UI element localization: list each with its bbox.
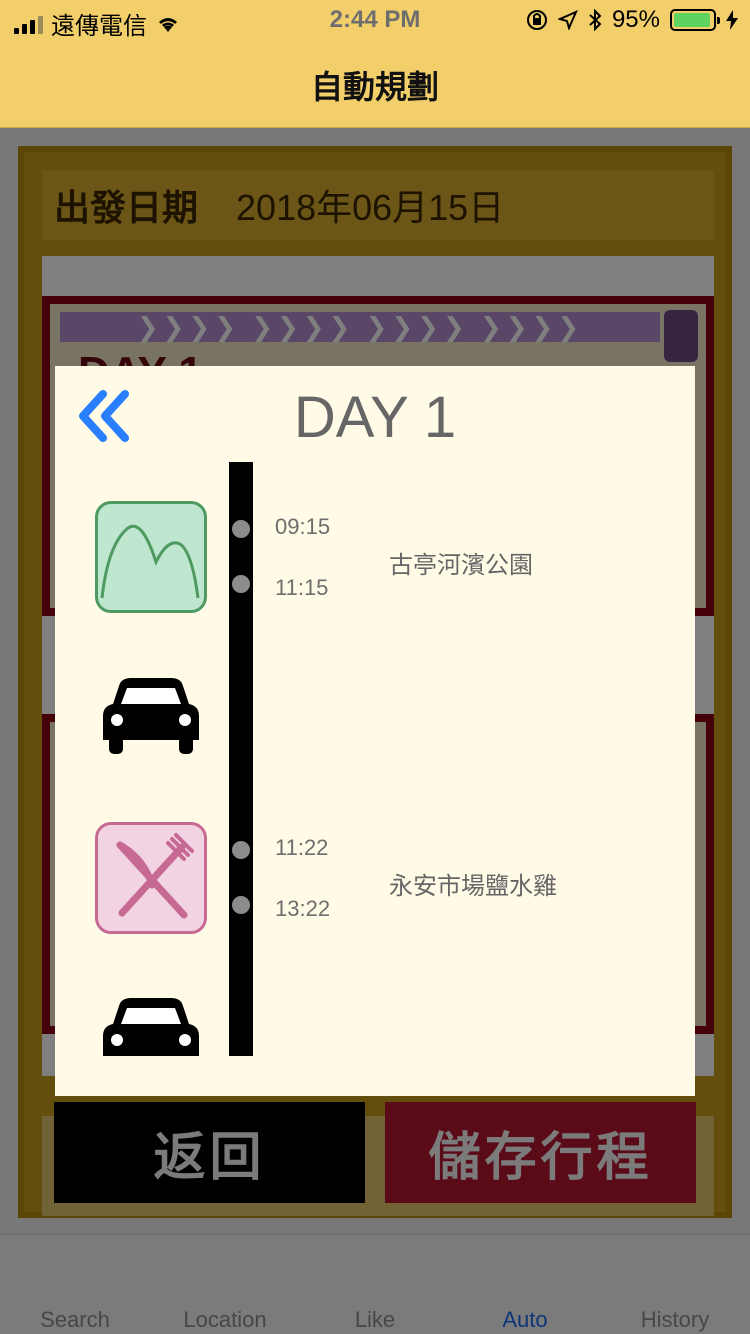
- end-time: 11:15: [275, 575, 329, 600]
- car-icon: [103, 678, 199, 754]
- fork-knife-icon: [95, 822, 207, 934]
- timeline-node: [230, 573, 252, 595]
- timeline-node: [230, 894, 252, 916]
- timeline-node: [230, 839, 252, 861]
- page-title: 自動規劃: [310, 69, 439, 105]
- battery-icon: [670, 9, 720, 31]
- save-itinerary-button[interactable]: 儲存行程: [385, 1102, 696, 1203]
- end-time: 13:22: [275, 896, 331, 921]
- modal-title: DAY 1: [293, 385, 457, 450]
- timeline-bar: [229, 462, 253, 1056]
- mountain-icon: [95, 501, 207, 613]
- status-right: 95%: [526, 6, 738, 34]
- orientation-lock-icon: [526, 10, 547, 30]
- back-button[interactable]: 返回: [54, 1102, 365, 1203]
- day-detail-modal: DAY 1 09:15 11:15 古亭河濱公園 11:22 13:22 永安市…: [55, 366, 695, 1096]
- car-icon: [103, 998, 199, 1056]
- battery-percent: 95%: [611, 6, 660, 33]
- navigation-bar: 自動規劃: [0, 40, 750, 128]
- bluetooth-icon: [589, 9, 602, 31]
- location-icon: [557, 10, 578, 30]
- start-time: 11:22: [275, 835, 329, 860]
- charging-icon: [726, 10, 738, 30]
- start-time: 09:15: [275, 514, 331, 539]
- timeline-node: [230, 518, 252, 540]
- status-bar: 遠傳電信 2:44 PM 95%: [0, 0, 750, 40]
- place-name[interactable]: 永安市場鹽水雞: [389, 866, 557, 901]
- place-name[interactable]: 古亭河濱公園: [389, 545, 533, 580]
